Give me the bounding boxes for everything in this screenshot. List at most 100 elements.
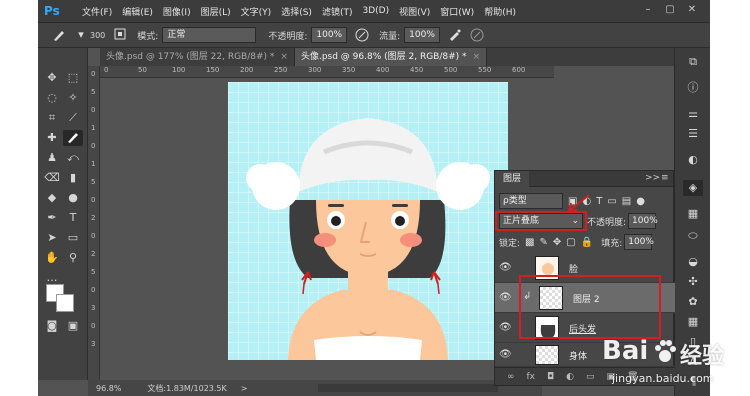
pen-tool-icon[interactable]: ✒ (42, 210, 62, 226)
tab-document-2[interactable]: 头像.psd @ 96.8% (图层 2, RGB/8#) * × (294, 48, 488, 66)
minimize-icon[interactable]: – (640, 3, 656, 17)
history-panel-icon[interactable]: ⧉ (683, 54, 703, 70)
collapse-panel-icon[interactable]: >> (645, 173, 660, 183)
path-selection-tool-icon[interactable]: ➤ (42, 230, 62, 246)
chevron-down-icon[interactable]: ▾ (74, 28, 88, 42)
gradient-tool-icon[interactable]: ▮ (63, 170, 83, 186)
quick-mask-icon[interactable]: ◙ (42, 318, 62, 334)
link-layers-icon[interactable]: ∞ (507, 372, 515, 382)
menu-3d[interactable]: 3D(D) (362, 6, 389, 16)
menu-image[interactable]: 图像(I) (163, 5, 191, 18)
fill-field[interactable]: 100% (624, 234, 654, 250)
eyedropper-tool-icon[interactable]: ⟋ (63, 110, 83, 126)
visibility-eye-icon[interactable]: 👁 (499, 292, 512, 303)
background-color-swatch[interactable] (56, 294, 74, 312)
rectangle-tool-icon[interactable]: ▭ (63, 230, 83, 246)
close-tab-icon[interactable]: × (473, 52, 481, 62)
filter-toggle-icon[interactable]: ● (636, 196, 645, 207)
eraser-tool-icon[interactable]: ⌫ (42, 170, 62, 186)
lock-all-icon[interactable]: 🔒 (581, 237, 593, 248)
add-mask-icon[interactable]: ◘ (547, 372, 554, 382)
visibility-eye-icon[interactable]: 👁 (499, 322, 512, 333)
close-icon[interactable]: ✕ (684, 3, 700, 17)
lock-artboard-icon[interactable]: ▢ (566, 237, 575, 248)
ruler-label: 0 (91, 70, 96, 78)
head-towel (298, 118, 438, 192)
layer-name[interactable]: 身体 (569, 349, 587, 362)
magic-wand-tool-icon[interactable]: ✧ (63, 90, 83, 106)
hand-tool-icon[interactable]: ✋ (42, 250, 62, 266)
layer-opacity-field[interactable]: 100% (628, 213, 658, 229)
lock-label: 锁定: (499, 238, 521, 249)
status-arrow-icon[interactable]: > (241, 384, 248, 393)
filter-shape-icon[interactable]: ▭ (607, 196, 616, 207)
lock-position-icon[interactable]: ✥ (553, 237, 561, 248)
menu-file[interactable]: 文件(F) (82, 5, 112, 18)
type-tool-icon[interactable]: T (63, 210, 83, 226)
menu-filter[interactable]: 滤镜(T) (322, 5, 353, 18)
layers-panel-icon[interactable]: ◈ (683, 180, 703, 196)
clone-stamp-tool-icon[interactable]: ♟ (42, 150, 62, 166)
maximize-icon[interactable]: ▢ (662, 3, 678, 17)
info-panel-icon[interactable]: ⓘ (683, 80, 703, 96)
menu-layer[interactable]: 图层(L) (201, 5, 231, 18)
paths-tool-panel-icon[interactable]: ✣ (683, 274, 703, 290)
move-tool-icon[interactable]: ✥ (42, 70, 62, 86)
lasso-tool-icon[interactable]: ◌ (42, 90, 62, 106)
layers-tab[interactable]: 图层 (495, 170, 530, 187)
visibility-eye-icon[interactable]: 👁 (499, 349, 512, 360)
adjustments-panel-icon[interactable]: ⚌ (683, 106, 703, 122)
zoom-level[interactable]: 96.8% (96, 384, 121, 393)
menu-help[interactable]: 帮助(H) (484, 5, 516, 18)
dodge-tool-icon[interactable]: ● (63, 190, 83, 206)
brush-size[interactable]: 300 (90, 31, 105, 40)
brush-settings-icon[interactable] (113, 28, 127, 42)
blur-tool-icon[interactable]: ◆ (42, 190, 62, 206)
history-brush-tool-icon[interactable]: ⤺ (63, 150, 83, 166)
adjustment-layer-icon[interactable]: ◐ (566, 372, 574, 382)
zoom-tool-icon[interactable]: ⚲ (63, 250, 83, 266)
filter-smart-icon[interactable]: ▤ (622, 196, 631, 207)
lock-transparent-icon[interactable]: ▩ (525, 237, 534, 248)
swatches-panel-icon[interactable]: ◒ (683, 254, 703, 270)
mode-select[interactable]: 正常 (162, 27, 257, 43)
opacity-field[interactable]: 100% (311, 27, 348, 43)
horizontal-scrollbar[interactable] (318, 384, 498, 392)
marquee-tool-icon[interactable]: ⬚ (63, 70, 83, 86)
paths-panel-icon[interactable]: ⬭ (683, 228, 703, 244)
screen-mode-icon[interactable]: ▣ (63, 318, 83, 334)
flow-field[interactable]: 100% (404, 27, 440, 43)
airbrush-icon[interactable] (448, 28, 462, 42)
visibility-eye-icon[interactable]: 👁 (499, 262, 512, 273)
layer-style-icon[interactable]: fx (527, 372, 536, 382)
color-panel-icon[interactable]: ✿ (683, 294, 703, 310)
filter-type-icon[interactable]: T (596, 196, 602, 207)
tab-document-1[interactable]: 头像.psd @ 177% (图层 22, RGB/8#) * × (100, 48, 295, 66)
menu-view[interactable]: 视图(V) (399, 5, 430, 18)
panel-menu-icon[interactable]: ≡ (661, 173, 669, 183)
right-eyebrow (392, 204, 408, 207)
document-canvas[interactable] (228, 82, 508, 360)
lock-row: 锁定: ▩ ✎ ✥ ▢ 🔒 填充: 100% (495, 234, 675, 250)
ruler-label: 0 (91, 106, 96, 114)
menu-edit[interactable]: 编辑(E) (122, 5, 153, 18)
grid-panel-icon[interactable]: ▦ (683, 314, 703, 330)
layer-name[interactable]: 脸 (569, 262, 578, 275)
healing-brush-tool-icon[interactable]: ✚ (42, 130, 62, 146)
menu-window[interactable]: 窗口(W) (440, 5, 474, 18)
crop-tool-icon[interactable]: ⌗ (42, 110, 62, 126)
pressure-size-icon[interactable] (470, 28, 484, 42)
lock-image-icon[interactable]: ✎ (540, 237, 548, 248)
menu-select[interactable]: 选择(S) (281, 5, 312, 18)
brush-tool-icon[interactable] (63, 130, 83, 146)
pressure-opacity-icon[interactable] (355, 28, 369, 42)
close-tab-icon[interactable]: × (280, 52, 288, 62)
properties-panel-icon[interactable]: ☰ (683, 126, 703, 142)
menu-type[interactable]: 文字(Y) (241, 5, 272, 18)
layer-thumbnail (535, 345, 559, 365)
styles-panel-icon[interactable]: ◐ (683, 152, 703, 168)
ruler-label: 0 (104, 66, 109, 74)
brush-tool-icon[interactable] (52, 28, 66, 42)
channels-panel-icon[interactable]: ▦ (683, 206, 703, 222)
layer-filter-select[interactable]: ρ类型 (499, 193, 563, 209)
